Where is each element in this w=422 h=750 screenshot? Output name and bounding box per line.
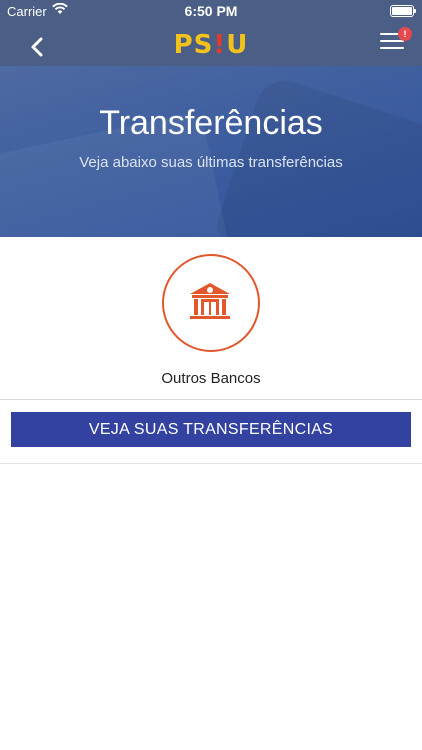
logo-text-right: U — [226, 30, 249, 60]
view-transfers-button[interactable]: VEJA SUAS TRANSFERÊNCIAS — [11, 412, 411, 447]
status-bar: Carrier 6:50 PM — [0, 0, 422, 22]
divider — [0, 399, 422, 400]
hero-banner: Transferências Veja abaixo suas últimas … — [0, 66, 422, 237]
clock: 6:50 PM — [184, 3, 238, 19]
battery-icon — [390, 5, 416, 17]
top-bar: Carrier 6:50 PM PS!U ! — [0, 0, 422, 66]
logo-text-left: PS — [173, 30, 214, 60]
notification-badge: ! — [398, 27, 412, 41]
page-title: Transferências — [99, 104, 323, 142]
page-subtitle: Veja abaixo suas últimas transferências — [79, 154, 343, 171]
logo-text-bang: ! — [213, 30, 227, 60]
transfer-card: Outros Bancos VEJA SUAS TRANSFERÊNCIAS — [0, 237, 422, 464]
bank-option-label: Outros Bancos — [161, 370, 261, 387]
app-logo: PS!U — [0, 30, 422, 60]
bank-icon — [187, 281, 233, 328]
